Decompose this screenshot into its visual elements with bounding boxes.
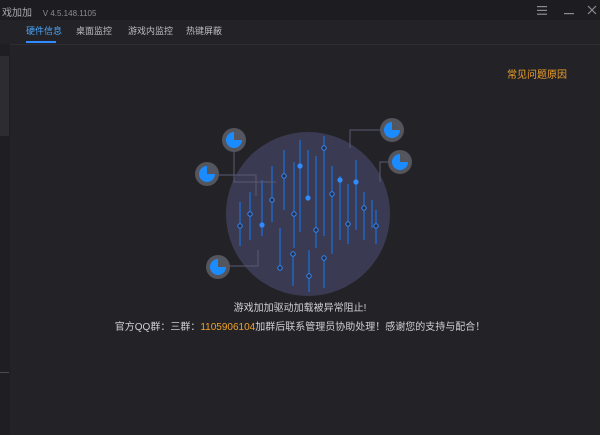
support-suffix: 加群后联系管理员协助处理！感谢您的支持与配合！ <box>255 322 486 333</box>
satellite-node-1 <box>222 128 246 152</box>
satellite-node-3 <box>380 118 404 142</box>
satellite-node-2 <box>195 162 219 186</box>
satellite-node-5 <box>206 255 230 279</box>
driver-blocked-illustration <box>195 118 412 296</box>
qq-group-number: 1105906104 <box>200 322 256 333</box>
error-message: 游戏加加驱动加载被异常阻止! <box>233 303 367 314</box>
support-prefix: 官方QQ群：三群： <box>114 322 201 333</box>
satellite-node-4 <box>388 150 412 174</box>
support-message: 官方QQ群：三群：1105906104加群后联系管理员协助处理！感谢您的支持与配… <box>0 318 600 333</box>
